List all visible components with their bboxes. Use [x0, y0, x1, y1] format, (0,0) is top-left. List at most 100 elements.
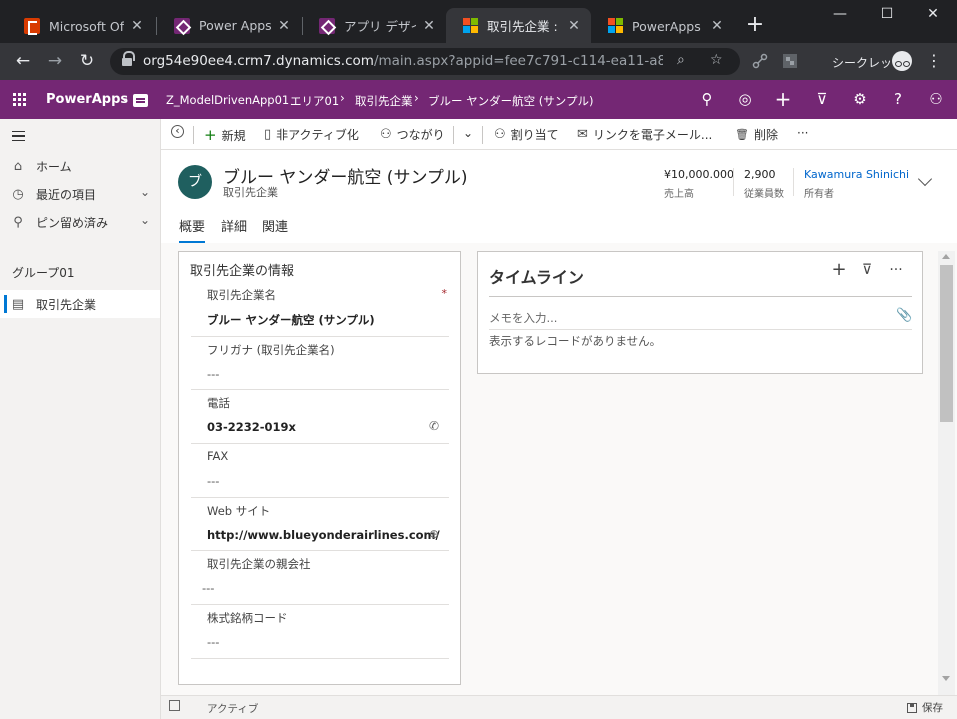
breadcrumb-area[interactable]: エリア01 — [290, 93, 339, 109]
field-value[interactable]: 03-2232-019x — [207, 420, 296, 434]
back-button[interactable]: ‹ — [171, 125, 184, 138]
tab-summary[interactable]: 概要 — [179, 216, 206, 243]
powerapps-icon — [319, 17, 335, 34]
app-launcher-icon[interactable] — [13, 93, 26, 106]
field-account-name[interactable]: 取引先企業名 * ブルー ヤンダー航空 (サンプル) — [191, 282, 449, 337]
field-fax[interactable]: FAX --- — [191, 444, 449, 498]
field-value[interactable]: --- — [207, 635, 219, 649]
powerapps-navbar: PowerApps ⌄ Z_ModelDrivenApp01 エリア01 › 取… — [0, 80, 957, 119]
email-icon: ✉ — [577, 127, 588, 142]
more-icon: ··· — [797, 126, 809, 140]
powerapps-brand[interactable]: PowerApps — [46, 92, 128, 107]
search-icon[interactable]: ⚲ — [697, 89, 717, 109]
extension-link-icon[interactable] — [752, 53, 768, 69]
browser-tab-community[interactable]: PowerApps コミュニティ ✕ — [591, 8, 734, 43]
field-ticker-symbol[interactable]: 株式銘柄コード --- — [191, 605, 449, 659]
save-button[interactable]: 保存 — [907, 700, 943, 715]
trash-icon: 🗑 — [735, 128, 749, 141]
tab-close-icon[interactable]: ✕ — [275, 18, 293, 34]
tab-close-icon[interactable]: ✕ — [128, 18, 146, 34]
connect-dropdown-button[interactable]: ⌄ — [463, 126, 473, 140]
field-value[interactable]: --- — [207, 367, 219, 381]
chevron-down-icon[interactable]: ⌄ — [140, 213, 150, 227]
scroll-down-icon[interactable] — [942, 676, 950, 681]
delete-button[interactable]: 🗑 削除 — [735, 126, 778, 143]
globe-icon[interactable]: ⊕ — [429, 527, 439, 541]
header-divider — [793, 168, 794, 196]
bookmark-star-icon[interactable]: ☆ — [710, 52, 723, 68]
breadcrumb-app[interactable]: Z_ModelDrivenApp01 — [166, 93, 289, 107]
incognito-icon[interactable] — [892, 51, 912, 71]
attachment-icon[interactable]: 📎 — [896, 308, 912, 323]
field-website[interactable]: Web サイト http://www.blueyonderairlines.co… — [191, 498, 449, 551]
tab-close-icon[interactable]: ✕ — [420, 18, 438, 34]
address-bar[interactable]: org54e90ee4.crm7.dynamics.com/main.aspx?… — [110, 48, 740, 75]
window-close-icon[interactable]: ✕ — [918, 6, 948, 22]
back-icon[interactable]: ← — [11, 51, 35, 71]
task-flow-icon[interactable]: ◎ — [735, 89, 755, 109]
filter-icon[interactable]: ⊽ — [859, 262, 875, 278]
deactivate-button[interactable]: ▯ 非アクティブ化 — [264, 126, 359, 143]
browser-tab-account[interactable]: 取引先企業 : 取引先企業の情報 ✕ — [446, 8, 591, 43]
note-input[interactable]: メモを入力... — [489, 310, 557, 326]
tab-details[interactable]: 詳細 — [221, 216, 247, 235]
tab-close-icon[interactable]: ✕ — [708, 18, 726, 34]
browser-tab-powerapps[interactable]: Power Apps ✕ — [158, 8, 301, 43]
sidebar-item-home[interactable]: ⌂ ホーム — [0, 152, 160, 180]
email-link-button[interactable]: ✉ リンクを電子メール... — [577, 126, 712, 143]
field-value[interactable]: http://www.blueyonderairlines.com/ — [207, 528, 440, 542]
filter-icon[interactable]: ⊽ — [812, 89, 832, 109]
owner-link[interactable]: Kawamura Shinichi — [804, 168, 909, 181]
field-value[interactable]: --- — [207, 474, 219, 488]
sidebar-item-accounts[interactable]: ▤ 取引先企業 — [0, 290, 160, 318]
connect-button[interactable]: ⚇ つながり — [380, 126, 445, 143]
save-button-label: 保存 — [922, 702, 943, 714]
more-icon[interactable]: ··· — [888, 262, 904, 278]
field-parent-account[interactable]: 取引先企業の親会社 --- — [191, 551, 449, 605]
scroll-up-icon[interactable] — [942, 254, 950, 259]
tab-related[interactable]: 関連 — [262, 216, 288, 235]
lock-icon[interactable] — [122, 51, 135, 66]
new-tab-button[interactable]: + — [742, 14, 768, 36]
new-button[interactable]: + 新規 — [204, 126, 246, 144]
tab-title: Power Apps — [199, 18, 271, 33]
field-account-name-kana[interactable]: フリガナ (取引先企業名) --- — [191, 337, 449, 390]
add-activity-icon[interactable]: + — [831, 259, 847, 280]
browser-menu-icon[interactable]: ⋮ — [926, 51, 942, 70]
zoom-icon[interactable]: ⌕ — [677, 52, 685, 68]
phone-icon[interactable]: ✆ — [429, 419, 439, 433]
sidebar-item-pinned[interactable]: ⚲ ピン留め済み ⌄ — [0, 208, 160, 236]
tab-close-icon[interactable]: ✕ — [565, 18, 583, 34]
app-switch-chevron-icon[interactable]: ⌄ — [120, 91, 129, 104]
scrollbar-thumb[interactable] — [940, 265, 953, 422]
help-icon[interactable]: ? — [888, 89, 908, 109]
form-scrollbar[interactable] — [938, 251, 955, 695]
browser-tab-app-designer[interactable]: アプリ デザイナー ✕ — [303, 8, 446, 43]
forward-icon[interactable]: → — [43, 51, 67, 71]
url-host: org54e90ee4.crm7.dynamics.com — [143, 53, 374, 69]
timeline-divider — [489, 296, 912, 297]
chevron-down-icon[interactable]: ⌄ — [140, 185, 150, 199]
hamburger-menu-icon[interactable] — [12, 131, 25, 141]
sidebar-item-recent[interactable]: ◷ 最近の項目 ⌄ — [0, 180, 160, 208]
app-switcher-icon[interactable] — [133, 94, 148, 107]
field-value[interactable]: --- — [202, 581, 214, 595]
browser-tab-office[interactable]: Microsoft Office ホーム ✕ — [8, 8, 154, 43]
reload-icon[interactable]: ↻ — [75, 51, 99, 71]
user-profile-icon[interactable]: ⚇ — [926, 89, 946, 109]
maximize-icon[interactable]: ☐ — [872, 6, 902, 22]
expand-window-icon[interactable] — [169, 700, 180, 711]
assign-button[interactable]: ⚇ 割り当て — [494, 126, 559, 143]
minimize-icon[interactable]: — — [825, 6, 855, 22]
breadcrumb-entity[interactable]: 取引先企業 — [355, 93, 413, 109]
field-value[interactable]: ブルー ヤンダー航空 (サンプル) — [207, 312, 375, 328]
extension-puzzle-icon[interactable] — [782, 53, 798, 69]
more-commands-button[interactable]: ··· — [797, 126, 808, 140]
settings-gear-icon[interactable]: ⚙ — [850, 89, 870, 109]
url-text[interactable]: org54e90ee4.crm7.dynamics.com/main.aspx?… — [143, 53, 663, 69]
new-record-icon[interactable]: + — [773, 89, 793, 109]
field-phone[interactable]: 電話 03-2232-019x ✆ — [191, 390, 449, 444]
record-avatar: ブ — [178, 165, 212, 199]
email-link-button-label: リンクを電子メール... — [592, 128, 713, 142]
header-divider — [733, 168, 734, 196]
